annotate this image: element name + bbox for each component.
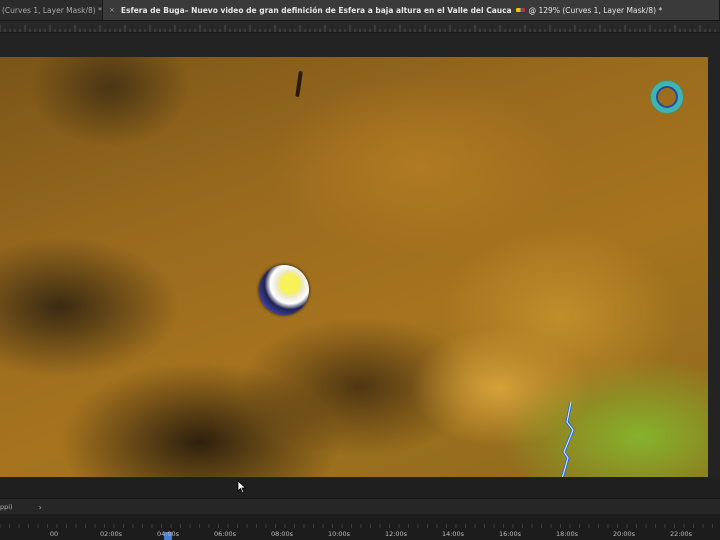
timeline-label: 14:00s — [441, 530, 465, 538]
document-tab-2-title: Esfera de Buga– Nuevo video de gran defi… — [120, 5, 512, 15]
image-canvas[interactable] — [0, 57, 708, 477]
timeline-label: 04:00s — [156, 530, 180, 538]
timeline-ticks — [0, 524, 713, 528]
status-bar: ppi) › — [0, 498, 720, 515]
document-tab-2-zoom-title: @ 129% (Curves 1, Layer Mask/8) * — [528, 5, 663, 15]
document-tab-2[interactable]: × Esfera de Buga– Nuevo video de gran de… — [103, 0, 720, 20]
horizontal-ruler[interactable] — [0, 21, 720, 33]
timeline-label: 02:00s — [99, 530, 123, 538]
luminous-sphere — [259, 265, 309, 315]
document-tab-bar: (Curves 1, Layer Mask/8) * × Esfera de B… — [0, 0, 720, 21]
timeline-label: 22:00s — [669, 530, 693, 538]
timeline-label: 16:00s — [498, 530, 522, 538]
timeline-label: 00 — [49, 530, 59, 538]
document-tab-1[interactable]: (Curves 1, Layer Mask/8) * — [0, 0, 103, 20]
video-timeline[interactable]: 00 02:00s 04:00s 06:00s 08:00s 10:00s 12:00s 14… — [0, 514, 720, 540]
timeline-label: 08:00s — [270, 530, 294, 538]
canvas-pasteboard[interactable] — [0, 33, 720, 478]
document-tab-1-title: (Curves 1, Layer Mask/8) * — [2, 5, 102, 15]
dark-streak — [295, 70, 303, 98]
status-menu-arrow[interactable]: › — [39, 503, 42, 512]
timeline-label: 10:00s — [327, 530, 351, 538]
timeline-label: 18:00s — [555, 530, 579, 538]
lightning-streak — [560, 402, 575, 477]
tab-close-icon[interactable]: × — [109, 6, 115, 14]
colombia-flag-icon — [515, 8, 525, 12]
mouse-pointer-icon — [237, 480, 247, 494]
ruler-ticks — [0, 25, 716, 32]
timeline-label: 12:00s — [384, 530, 408, 538]
timeline-label: 06:00s — [213, 530, 237, 538]
document-info: ppi) — [0, 503, 13, 511]
ring-logo — [651, 81, 683, 113]
timeline-label: 20:00s — [612, 530, 636, 538]
